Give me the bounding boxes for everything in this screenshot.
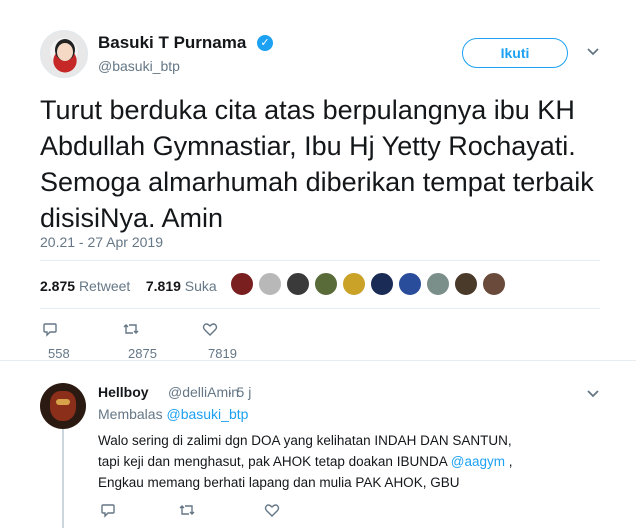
divider — [40, 308, 600, 309]
retweet-icon — [178, 502, 196, 524]
liker-avatar[interactable] — [342, 272, 366, 296]
reply-icon — [42, 321, 60, 343]
retweet-button[interactable]: 70 — [178, 502, 198, 528]
verified-badge-icon: ✓ — [257, 35, 273, 51]
reply-author-name[interactable]: Hellboy — [98, 384, 149, 400]
like-button[interactable]: 7819 — [202, 321, 237, 361]
author-handle[interactable]: @basuki_btp — [98, 58, 180, 74]
liker-avatar[interactable] — [230, 272, 254, 296]
reply-count: 558 — [48, 345, 70, 361]
author-avatar[interactable] — [40, 30, 88, 78]
chevron-down-icon[interactable] — [586, 44, 600, 58]
like-count: 7819 — [208, 345, 237, 361]
replying-to: Membalas @basuki_btp — [98, 406, 248, 422]
reply-text-part1: Walo sering di zalimi dgn DOA yang kelih… — [98, 433, 512, 469]
follow-button[interactable]: Ikuti — [462, 38, 568, 68]
heart-icon — [264, 502, 282, 524]
mention-link[interactable]: @aagym — [451, 454, 505, 469]
replying-to-link[interactable]: @basuki_btp — [166, 406, 248, 422]
replying-prefix: Membalas — [98, 406, 163, 422]
liker-avatar[interactable] — [454, 272, 478, 296]
tweet-text: Turut berduka cita atas berpulangnya ibu… — [40, 95, 594, 233]
retweet-count: 2875 — [128, 345, 157, 361]
reply-icon — [100, 502, 118, 524]
chevron-down-icon[interactable] — [586, 386, 600, 403]
liker-avatar[interactable] — [398, 272, 422, 296]
thread-line — [62, 424, 64, 528]
heart-icon — [202, 321, 220, 343]
liker-avatar[interactable] — [314, 272, 338, 296]
tweet-timestamp[interactable]: 20.21 - 27 Apr 2019 — [40, 234, 163, 250]
liker-avatar[interactable] — [426, 272, 450, 296]
liker-avatar[interactable] — [370, 272, 394, 296]
reply-author-avatar[interactable] — [40, 383, 86, 429]
divider — [0, 360, 636, 361]
likes-label[interactable]: Suka — [185, 278, 217, 294]
reply-button[interactable]: 558 — [42, 321, 70, 361]
reply-button[interactable]: 15 — [100, 502, 120, 528]
reply-time[interactable]: · 5 j — [228, 384, 251, 400]
retweets-count[interactable]: 2.875 — [40, 278, 75, 294]
retweets-label[interactable]: Retweet — [79, 278, 130, 294]
retweet-button[interactable]: 2875 — [122, 321, 157, 361]
author-name[interactable]: Basuki T Purnama — [98, 33, 246, 53]
retweet-icon — [122, 321, 140, 343]
like-button[interactable]: 350 — [264, 502, 292, 528]
divider — [40, 260, 600, 261]
tweet-stats: 2.875 Retweet 7.819 Suka — [40, 272, 217, 300]
liker-avatar[interactable] — [286, 272, 310, 296]
reply-text: Walo sering di zalimi dgn DOA yang kelih… — [98, 430, 528, 493]
likes-count[interactable]: 7.819 — [146, 278, 181, 294]
liker-avatar[interactable] — [482, 272, 506, 296]
liker-avatar[interactable] — [258, 272, 282, 296]
